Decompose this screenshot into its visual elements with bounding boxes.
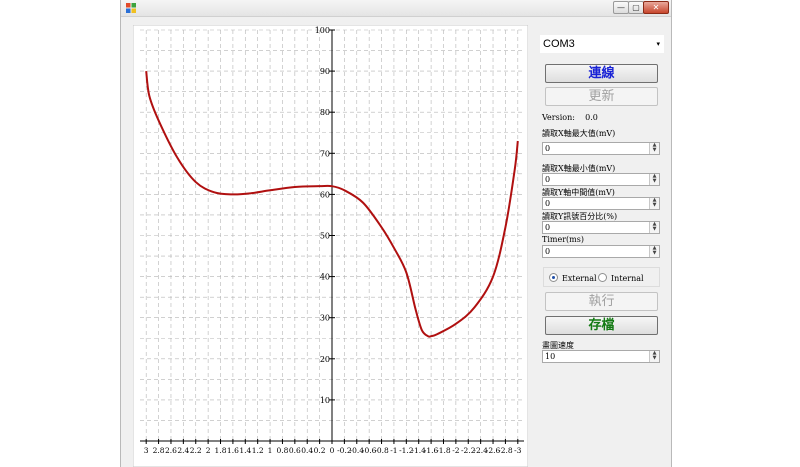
app-icon: [126, 3, 136, 13]
y-tick-label: 20: [320, 355, 330, 364]
version-label: Version: 0.0: [542, 113, 598, 122]
spinner-arrows-icon[interactable]: ▲ ▼: [649, 143, 659, 154]
y-tick-label: 10: [320, 396, 330, 405]
close-button[interactable]: ✕: [643, 1, 669, 14]
x-tick-label: 2.6: [165, 446, 177, 455]
x-tick-label: 2: [206, 446, 211, 455]
update-button[interactable]: 更新: [545, 87, 658, 106]
connect-button[interactable]: 連線: [545, 64, 658, 83]
x-tick-label: 1.8: [215, 446, 227, 455]
x-tick-label: 1.4: [239, 446, 251, 455]
x-tick-label: 3: [144, 446, 149, 455]
x-tick-label: 0.8: [276, 446, 288, 455]
title-bar[interactable]: — ▢ ✕: [121, 0, 671, 17]
x-tick-label: 2.2: [190, 446, 202, 455]
x-tick-label: 0.2: [314, 446, 326, 455]
x-tick-labels: 3 2.8 2.6 2.4 2.2 2 1.8 1.6 1.4 1.2 1 0.8 0.6 0.4 0.2 0…: [144, 446, 522, 455]
spinner-arrows-icon[interactable]: ▲ ▼: [649, 246, 659, 257]
spinner-arrows-icon[interactable]: ▲ ▼: [649, 351, 659, 362]
x-tick-label: 1: [268, 446, 273, 455]
external-radio[interactable]: External: [549, 273, 597, 283]
chevron-down-icon[interactable]: ▾: [656, 36, 660, 53]
version-value: 0.0: [585, 113, 598, 122]
close-icon: ✕: [652, 3, 660, 12]
y-tick-label: 70: [320, 149, 330, 158]
x-tick-label: -0.8: [374, 446, 389, 455]
spinner-arrows-icon[interactable]: ▲ ▼: [649, 198, 659, 209]
x-tick-label: -1.8: [436, 446, 451, 455]
waveform-chart: 100908070605040302010 3 2.8 2.6 2.4 2.2 2 1.8 1…: [133, 25, 528, 467]
x-tick-label: -2: [452, 446, 460, 455]
maximize-button[interactable]: ▢: [628, 1, 644, 14]
spinner-arrows-icon[interactable]: ▲ ▼: [649, 222, 659, 233]
com-port-value: COM3: [543, 38, 575, 50]
timer-label: Timer(ms): [542, 235, 584, 244]
trigger-source-group: External Internal: [543, 267, 660, 287]
execute-button[interactable]: 執行: [545, 292, 658, 311]
x-tick-label: 0.4: [301, 446, 313, 455]
minimize-icon: —: [617, 3, 625, 12]
y-percent-input[interactable]: 0 ▲ ▼: [542, 221, 660, 234]
x-tick-label: 2.4: [177, 446, 189, 455]
internal-radio[interactable]: Internal: [598, 273, 644, 283]
y-tick-label: 50: [320, 232, 330, 241]
x-tick-label: 2.8: [153, 446, 165, 455]
x-max-label: 讀取X軸最大值(mV): [542, 129, 616, 138]
x-tick-label: 1.2: [252, 446, 264, 455]
maximize-icon: ▢: [632, 3, 640, 12]
app-window: — ▢ ✕ 100 90 80 70 60 50 40 30 20 10 3 2.8 2.6 2.4 2.…: [120, 0, 672, 467]
timer-input[interactable]: 0 ▲ ▼: [542, 245, 660, 258]
y-tick-label: 40: [320, 273, 330, 282]
radio-unchecked-icon[interactable]: [598, 273, 607, 282]
x-tick-label: -2.8: [498, 446, 513, 455]
y-tick-label: 60: [320, 190, 330, 199]
y-tick-label: 90: [320, 67, 330, 76]
chart-background: [133, 25, 528, 467]
x-tick-label: 1.6: [227, 446, 239, 455]
radio-checked-icon[interactable]: [549, 273, 558, 282]
x-tick-label: -1: [390, 446, 397, 455]
minimize-button[interactable]: —: [613, 1, 629, 14]
y-tick-label: 100: [315, 26, 330, 35]
x-min-input[interactable]: 0 ▲ ▼: [542, 173, 660, 186]
x-tick-label: -3: [514, 446, 522, 455]
draw-speed-input[interactable]: 10 ▲ ▼: [542, 350, 660, 363]
spinner-arrows-icon[interactable]: ▲ ▼: [649, 174, 659, 185]
y-tick-label: 80: [320, 108, 330, 117]
save-button[interactable]: 存檔: [545, 316, 658, 335]
y-tick-label: 30: [320, 314, 330, 323]
com-port-select[interactable]: COM3 ▾: [540, 35, 664, 53]
x-max-input[interactable]: 0 ▲ ▼: [542, 142, 660, 155]
y-mid-input[interactable]: 0 ▲ ▼: [542, 197, 660, 210]
x-tick-label: 0.6: [289, 446, 301, 455]
x-tick-label: 0: [330, 446, 335, 455]
